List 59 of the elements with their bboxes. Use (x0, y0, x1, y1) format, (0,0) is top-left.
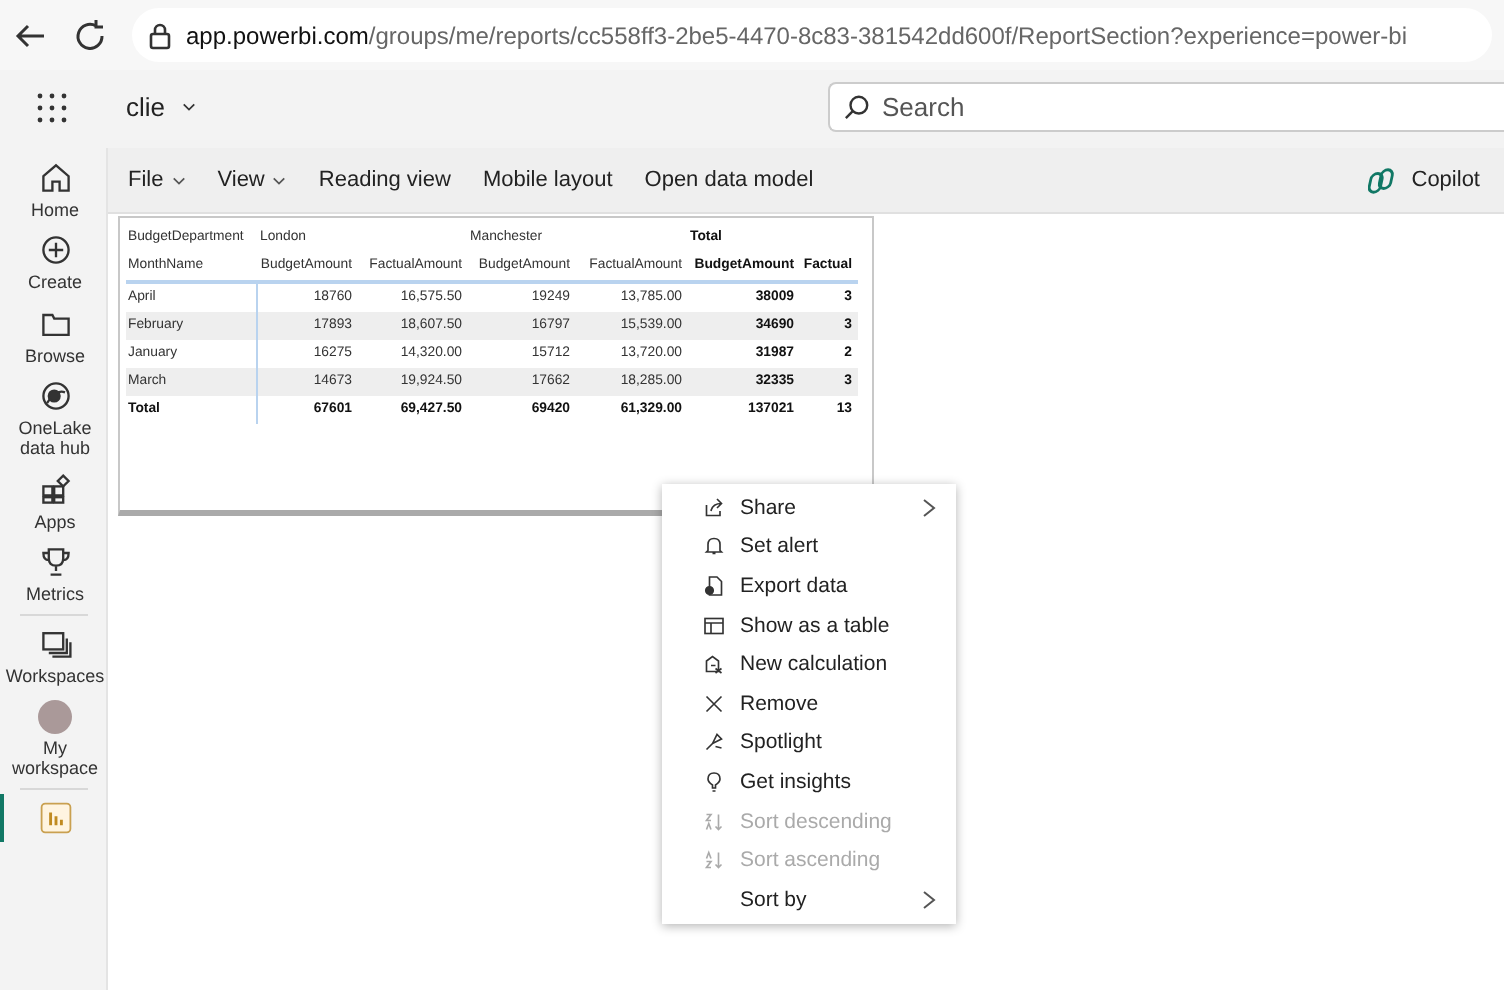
ribbon-button[interactable]: Mobile layout (470, 160, 625, 200)
nav-label: My workspace (11, 737, 99, 779)
nav-item[interactable]: Metrics (0, 538, 106, 611)
nav-item[interactable]: Create (0, 226, 106, 300)
menu-item[interactable]: Spotlight (662, 723, 956, 763)
bar-chart-icon (37, 800, 73, 837)
search-icon (844, 94, 870, 120)
menu-item[interactable]: Remove (662, 683, 956, 724)
chevron-down-icon (181, 102, 196, 112)
menu-item[interactable]: Sort by (662, 879, 956, 920)
menu-item[interactable]: New calculation (662, 644, 956, 684)
url-text: app.powerbi.com/groups/me/reports/cc558ff3-2be5-4470-8c83-381542dd600f/ReportSection?experience=power-bi (186, 21, 1408, 49)
share-icon (702, 495, 726, 520)
nav-item[interactable]: Apps (0, 465, 106, 539)
calculation-icon (702, 652, 726, 677)
nav-label: Create (27, 272, 82, 294)
address-bar[interactable]: app.powerbi.com/groups/me/reports/cc558ff3-2be5-4470-8c83-381542dd600f/ReportSection?experience=power-bi (132, 8, 1492, 62)
copilot-button[interactable]: Copilot (1355, 157, 1492, 203)
document-icon (702, 573, 726, 598)
menu-item[interactable]: Get insights (662, 762, 956, 802)
nav-item[interactable]: Home (0, 154, 106, 227)
bell-icon (702, 534, 726, 559)
nav-label: Metrics (26, 584, 84, 605)
lock-icon (148, 21, 172, 49)
reload-icon[interactable] (72, 17, 108, 53)
menu-item[interactable]: Show as a table (662, 605, 956, 645)
spotlight-icon (702, 730, 726, 755)
nav-label: OneLake data hub (18, 418, 92, 460)
nav-item[interactable]: OneLake data hub (0, 372, 106, 466)
home-icon (37, 160, 73, 196)
apps-icon (37, 471, 73, 508)
lightbulb-icon (702, 769, 726, 794)
sort-descending-icon (702, 809, 726, 834)
nav-label: Apps (34, 511, 76, 533)
table-icon (702, 613, 726, 638)
nav-label: Home (30, 200, 79, 221)
close-icon (702, 691, 726, 716)
nav-label: Browse (24, 345, 85, 367)
menu-item[interactable]: Export data (662, 566, 956, 606)
ribbon-button[interactable]: Reading view (306, 160, 463, 200)
nav-item[interactable]: Browse (0, 299, 106, 373)
workspace-dropdown[interactable]: clie (114, 88, 208, 126)
menu-item[interactable]: Share (662, 488, 956, 528)
plus-circle-icon (37, 232, 73, 269)
app-launcher-icon[interactable] (36, 91, 68, 123)
nav-label: Workspaces (5, 666, 105, 688)
menu-item[interactable]: Set alert (662, 527, 956, 567)
copilot-icon (1367, 165, 1398, 195)
stacked-windows-icon (37, 626, 73, 663)
sort-ascending-icon (702, 848, 726, 873)
ribbon-button[interactable]: View (205, 160, 299, 200)
avatar-icon (38, 699, 72, 734)
globe-icon (37, 378, 73, 415)
search-field[interactable]: Search (828, 82, 1504, 132)
nav-item[interactable]: Workspaces (0, 620, 106, 694)
trophy-icon (37, 544, 73, 581)
ribbon-button[interactable]: File (116, 160, 198, 200)
nav-item[interactable]: My workspace (0, 693, 106, 785)
ribbon-button[interactable]: Open data model (632, 160, 826, 200)
